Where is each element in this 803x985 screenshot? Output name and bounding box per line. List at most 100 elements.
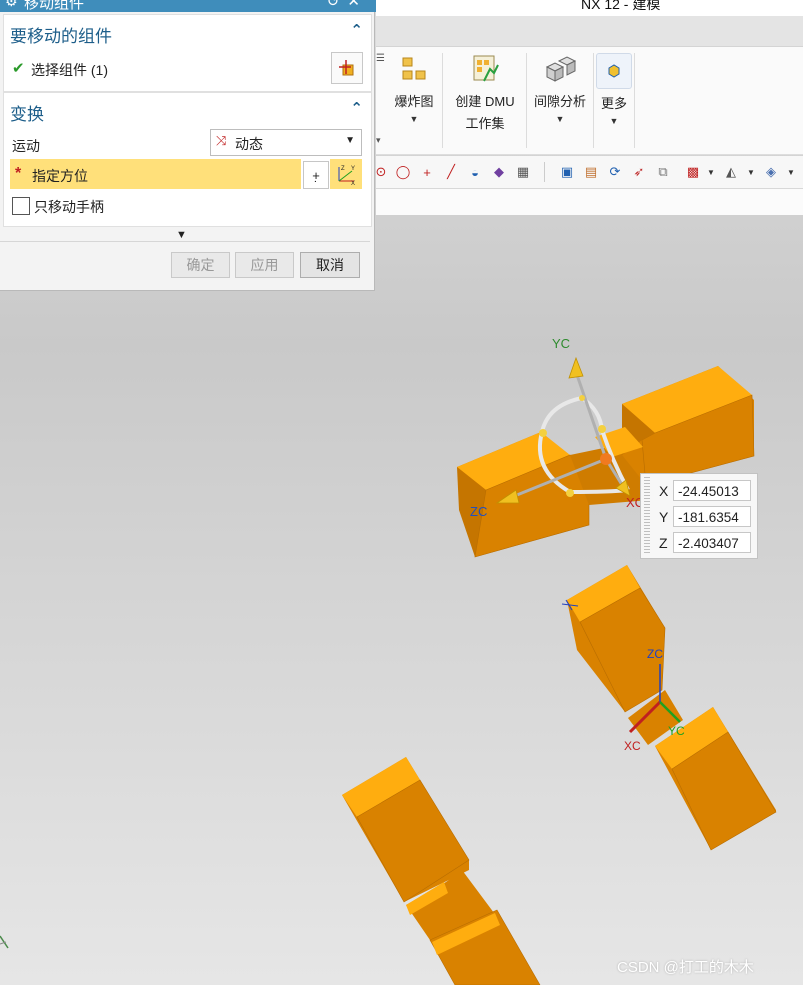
more-icon	[596, 53, 632, 89]
drag-grip[interactable]	[644, 477, 650, 553]
svg-text:Z: Z	[341, 166, 345, 172]
required-asterisk-icon: *	[15, 165, 22, 182]
handle-yc-label: YC	[552, 336, 570, 351]
clearance-analysis-icon	[543, 53, 577, 87]
rotate-icon[interactable]: ⟳	[606, 163, 624, 181]
expand-more-options-icon[interactable]: ▼	[176, 229, 187, 241]
csys-dialog-icon[interactable]: ZY X	[330, 159, 362, 189]
y-label: Y	[659, 509, 669, 525]
grid-icon[interactable]: ▦	[514, 163, 532, 181]
dmu-workset-icon	[468, 53, 502, 87]
rotation-handle[interactable]	[566, 489, 574, 497]
exploded-view-label: 爆炸图	[394, 94, 434, 109]
z-input[interactable]: -2.403407	[673, 532, 751, 553]
create-dmu-workset-button[interactable]: 创建 DMU 工作集	[448, 53, 522, 132]
crosshair-icon[interactable]: +	[418, 163, 436, 181]
pan-icon[interactable]: ➶	[630, 163, 648, 181]
wcs-zc-label: ZC	[647, 647, 663, 661]
ribbon-panel: ☰ ▾ 爆炸图 ▼ 创建 DMU 工作集 间隙分析 ▼ 更多 ▼	[376, 47, 803, 155]
z-label: Z	[659, 535, 668, 551]
more-label: 更多	[600, 96, 627, 111]
motion-value: 动态	[235, 136, 263, 152]
chevron-down-icon[interactable]: ▼	[782, 163, 800, 181]
transform-group: 变换 ⌃ 运动 ⤨ 动态 ▼ * 指定方位 +̣ ZY X 只移动手柄	[3, 92, 372, 227]
exploded-view-button[interactable]: 爆炸图 ▼	[392, 53, 436, 124]
wcs-yc-label: YC	[668, 724, 685, 738]
clearance-analysis-button[interactable]: 间隙分析 ▼	[529, 53, 591, 124]
ribbon-separator	[593, 53, 594, 148]
motion-select[interactable]: ⤨ 动态 ▼	[210, 129, 362, 156]
specify-orientation-row[interactable]: * 指定方位	[10, 159, 301, 189]
transform-group-title[interactable]: 变换	[10, 100, 44, 125]
dynamic-motion-icon: ⤨	[216, 133, 227, 148]
ribbon-tab-strip	[376, 16, 803, 47]
y-input[interactable]: -181.6354	[673, 506, 751, 527]
exploded-view-icon	[397, 53, 431, 87]
move-component-dialog: ⚙ 移动组件 ↺✕ 要移动的组件 ⌃ ✔ 选择组件 (1) 变换 ⌃ 运动 ⤨ …	[0, 0, 376, 291]
rotation-handle[interactable]	[539, 429, 547, 437]
more-button[interactable]: 更多 ▼	[596, 53, 632, 126]
specify-orientation-label: 指定方位	[32, 168, 88, 184]
checkmark-icon: ✔	[12, 60, 25, 77]
components-group-title[interactable]: 要移动的组件	[10, 22, 112, 47]
ok-button[interactable]: 确定	[171, 252, 230, 278]
zoom-icon[interactable]: ▤	[582, 163, 600, 181]
watermark: CSDN @打工的木木	[617, 959, 754, 976]
x-label: X	[659, 483, 669, 499]
chevron-down-icon: ▼	[345, 135, 355, 146]
motion-label: 运动	[12, 138, 40, 154]
select-component-icon[interactable]	[331, 52, 363, 84]
chevron-down-icon[interactable]: ▼	[596, 116, 632, 126]
only-move-handle-checkbox[interactable]	[12, 197, 30, 215]
chevron-down-icon[interactable]: ▼	[742, 163, 760, 181]
dialog-title: 移动组件	[24, 0, 85, 12]
dialog-divider	[0, 241, 370, 242]
dialog-title-bar[interactable]: ⚙ 移动组件 ↺✕	[0, 0, 376, 12]
layer-icon[interactable]: ⧉	[654, 163, 672, 181]
cancel-button[interactable]: 取消	[300, 252, 360, 278]
chevron-down-icon[interactable]: ▼	[392, 114, 436, 124]
absolute-csys-icon	[0, 935, 9, 949]
collapse-caret-icon[interactable]: ⌃	[350, 99, 363, 117]
clearance-analysis-label: 间隙分析	[533, 94, 586, 109]
toolbar-separator	[544, 162, 545, 182]
display-style-icon[interactable]: ▩	[684, 163, 702, 181]
create-dmu-label-line2: 工作集	[465, 116, 505, 131]
only-move-handle-label[interactable]: 只移动手柄	[34, 197, 104, 217]
chevron-down-icon: ▾	[376, 135, 381, 145]
part-block-c[interactable]	[342, 757, 541, 985]
handle-zc-label: ZC	[470, 504, 487, 519]
ribbon-separator	[526, 53, 527, 148]
svg-text:X: X	[351, 181, 355, 185]
fit-view-icon[interactable]: ▣	[558, 163, 576, 181]
components-to-move-group: 要移动的组件 ⌃ ✔ 选择组件 (1)	[3, 14, 372, 92]
select-component-row[interactable]: ✔ 选择组件 (1)	[4, 52, 371, 85]
view-cube-icon[interactable]: ◈	[762, 163, 780, 181]
render-icon[interactable]: ◭	[722, 163, 740, 181]
create-dmu-label: 创建 DMU	[455, 94, 515, 109]
dialog-window-controls[interactable]: ↺✕	[327, 0, 368, 10]
selection-toolbar: ⊙ ◯ + ╱ ◒ ◆ ▦ ▣ ▤ ⟳ ➶ ⧉ ▩ ▼ ◭ ▼ ◈ ▼	[376, 156, 803, 189]
handle-origin-sphere[interactable]	[600, 453, 612, 465]
rotation-handle[interactable]	[598, 425, 606, 433]
x-input[interactable]: -24.45013	[673, 480, 751, 501]
ribbon-cut-off-icon: ☰	[376, 53, 385, 64]
circle-center-icon[interactable]: ◯	[394, 163, 412, 181]
ribbon-separator	[634, 53, 635, 148]
wcs-xc-label: XC	[624, 739, 641, 753]
surface-point-icon[interactable]: ◒	[466, 163, 484, 181]
point-dialog-icon[interactable]: +̣	[303, 161, 329, 189]
collapse-caret-icon[interactable]: ⌃	[350, 21, 363, 39]
chevron-down-icon[interactable]: ▼	[529, 114, 591, 124]
face-icon[interactable]: ◆	[490, 163, 508, 181]
application-title: NX 12 - 建模	[581, 0, 661, 12]
apply-button[interactable]: 应用	[235, 252, 294, 278]
select-component-label: 选择组件 (1)	[31, 62, 108, 78]
ribbon-separator	[442, 53, 443, 148]
chevron-down-icon[interactable]: ▼	[702, 163, 720, 181]
coordinate-input-panel: X -24.45013 Y -181.6354 Z -2.403407	[640, 473, 758, 559]
line-icon[interactable]: ╱	[442, 163, 460, 181]
toolbar-strip	[376, 189, 803, 216]
gear-icon[interactable]: ⚙	[5, 0, 18, 10]
part-block-b[interactable]	[567, 565, 777, 851]
